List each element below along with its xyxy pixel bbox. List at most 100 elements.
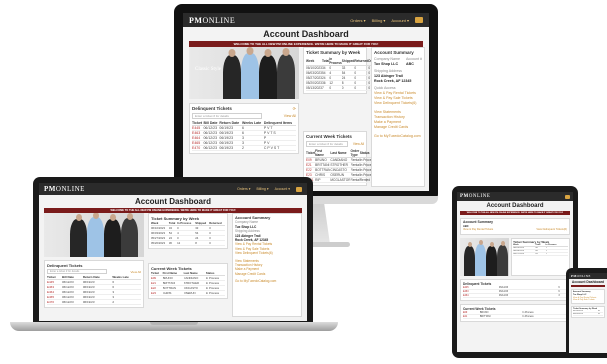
tablet: PMONLINE Account Dashboard WELCOME TO TH… <box>452 186 578 358</box>
cart-icon[interactable] <box>296 186 302 192</box>
table-cell: 06/03/2023 <box>306 70 322 76</box>
table-row[interactable]: E23 CHRIS OSERUN Rental In Process <box>306 172 375 178</box>
cart-icon[interactable] <box>565 194 570 199</box>
table-cell: 12 <box>177 240 196 246</box>
current-week-table: Ticket First Name Last Name Order Type S… <box>306 149 375 183</box>
table-row[interactable]: E491RIPMCGLASTORRentalRented <box>306 177 375 183</box>
link-rental-tickets[interactable]: View & Pay Rental Tickets <box>463 228 493 232</box>
table-cell: 05/27/2023 <box>306 75 322 81</box>
current-week-panel: Current Week Tickets Ticket First Name L… <box>148 263 228 299</box>
laptop-notch <box>150 322 198 325</box>
account-summary-panel: Account Summary Company Name Tux Shop LLC… <box>371 47 425 187</box>
logo[interactable]: PMONLINE <box>44 185 85 193</box>
nav-billing[interactable]: Billing ▾ <box>257 187 269 191</box>
table-row[interactable]: E470 06/12/23 06/19/23 2 <box>47 299 141 305</box>
ticket-summary-table: Week Total In Process Shipped Returned 0… <box>151 221 225 246</box>
table-cell: In Process <box>205 290 225 296</box>
current-week-view-all[interactable]: View All <box>353 142 364 146</box>
link-credit-cards[interactable]: Manage Credit Cards <box>235 272 299 276</box>
hero-image: Classic Style <box>189 47 299 99</box>
delinquent-view-all[interactable]: View All <box>284 114 296 118</box>
device-mockup-stage: PMONLINE Orders ▾ Billing ▾ Account ▾ Ac… <box>0 0 607 364</box>
nav-billing[interactable]: Billing ▾ <box>372 18 386 23</box>
cart-icon[interactable] <box>415 17 423 23</box>
table-cell: E464 <box>463 293 499 298</box>
table-row[interactable]: E22 BOTTRAN CINCASTO Rental In Process <box>306 167 375 173</box>
table-row[interactable]: E23 CHRIS OSERUN In Process <box>151 290 225 296</box>
page-title: Account Dashboard <box>486 203 544 209</box>
account-value: ABC <box>406 62 414 66</box>
table-row[interactable]: E21 BRITTANI In Process <box>463 314 567 319</box>
ticket-summary-title: Ticket Summary by Week <box>306 50 361 55</box>
table-row[interactable]: E09 BRUNO CANDIANO In Process <box>151 275 225 281</box>
nav-orders[interactable]: Orders ▾ <box>350 18 365 23</box>
nav-account[interactable]: Account ▾ <box>275 187 290 191</box>
table-cell: BRITTANI <box>315 162 331 168</box>
col-header: Order Type <box>350 149 360 158</box>
delinquent-table: Ticket Bill Date Return Date Weeks Late … <box>192 121 296 151</box>
account-summary-panel: Account Summary Company Name Tux Shop LL… <box>232 213 302 317</box>
current-week-search-input[interactable]: Enter a ticket # for details <box>306 141 348 147</box>
table-row[interactable]: E21 BRITTANI STROTHER In Process <box>151 280 225 286</box>
table-cell: 06/12/23 <box>61 299 83 305</box>
col-header: Ticket <box>192 121 204 126</box>
nav-account[interactable]: Account ▾ <box>391 18 409 23</box>
table-row[interactable]: E09 BRUNO CANDIANO Rental In Process <box>306 157 375 163</box>
delinquent-tickets-panel: Delinquent Tickets Enter a ticket # for … <box>44 260 144 308</box>
delinquent-search-input[interactable]: Enter a ticket # for details <box>47 269 107 274</box>
delinquent-search-input[interactable]: Enter a ticket # for details <box>192 113 262 119</box>
table-cell: 8 <box>195 240 210 246</box>
link-delinquent-tickets[interactable]: View Delinquent Tickets(6) <box>235 251 299 255</box>
logo[interactable]: PMONLINE <box>189 16 235 25</box>
company-value: Tux Shop LLC <box>374 62 399 66</box>
ticket-summary-panel: Ticket Summary by Week Week Total In Pro… <box>303 47 385 94</box>
table-row[interactable]: 05/20/2023 36 12 8 0 <box>151 240 225 246</box>
logo[interactable]: PMONLINE <box>460 194 490 199</box>
welcome-banner: WELCOME TO THE ALL NEW PM ONLINE EXPERIE… <box>460 211 570 215</box>
table-cell: 24 <box>535 252 546 256</box>
link-delinquent-tickets[interactable]: View Delinquent Tickets(6) <box>374 101 422 106</box>
delinquent-table: E445 06/12/23 6 E463 06/12/23 6 E464 06/12/23… <box>463 285 567 298</box>
col-header: In Process <box>329 57 342 66</box>
table-cell: 0 <box>209 240 225 246</box>
refresh-icon[interactable]: ⟳ <box>293 106 296 111</box>
table-row[interactable]: E470 06/12/23 06/19/23 2 C P V S T <box>192 145 296 151</box>
table-cell: Rental <box>350 167 360 173</box>
link-catalog[interactable]: Go to MyTuxedoCatalog.com <box>374 134 422 139</box>
table-cell: STROTHER <box>330 162 351 168</box>
table-cell: 0 <box>341 85 355 91</box>
delinquent-view-all[interactable]: View All <box>131 270 141 274</box>
col-header: Bill Date <box>203 121 220 126</box>
table-cell: E23 <box>151 290 163 296</box>
table-cell: 05/20/2023 <box>306 80 322 86</box>
link-credit-cards[interactable]: Manage Credit Cards <box>374 125 422 130</box>
desktop-monitor: PMONLINE Orders ▾ Billing ▾ Account ▾ Ac… <box>174 4 438 202</box>
table-row[interactable]: 05/27/2023 24 0 <box>513 252 568 256</box>
ticket-summary-table: 06/10/2023 34 06/03/2023 54 <box>573 310 603 317</box>
table-cell: 06/10/2023 <box>306 65 322 71</box>
link-delinquent-tickets[interactable]: View Delinquent Tickets(6) <box>536 228 567 232</box>
table-cell: 36 <box>168 240 178 246</box>
delinquent-tickets-panel: Delinquent Tickets E445 06/12/23 6 E463 06/… <box>460 278 570 301</box>
table-cell: BRITTANI <box>479 314 523 319</box>
address-line2: Rock Creek, AF 12345 <box>374 79 412 83</box>
table-cell: 2 <box>112 299 141 305</box>
table-cell: 05/13/2023 <box>306 85 322 91</box>
table-cell: Rental <box>350 172 360 178</box>
nav-orders[interactable]: Orders ▾ <box>237 187 250 191</box>
table-row[interactable]: E464 06/12/23 3 <box>463 293 567 298</box>
link-sale-tickets[interactable]: View & Pay Sale Tickets <box>573 299 603 302</box>
link-catalog[interactable]: Go to MyTuxedoCatalog.com <box>235 279 299 283</box>
table-row[interactable]: 06/03/2023 54 <box>573 312 603 317</box>
delinquent-tickets-panel: Delinquent Tickets ⟳ Enter a ticket # fo… <box>189 103 299 154</box>
welcome-banner <box>571 285 605 287</box>
table-cell: 06/12/23 <box>203 140 220 146</box>
col-header: Return Date <box>219 121 242 126</box>
phone: PMONLINE Account Dashboard Account Summa… <box>566 268 607 358</box>
account-summary-panel: Account Summary Tux Shop LLC View & Pay … <box>571 289 605 305</box>
table-row[interactable]: E21 BRITTANI STROTHER Rental In Process <box>306 162 375 168</box>
table-row[interactable]: E22 BOTTRAN CINCASTO In Process <box>151 285 225 291</box>
table-cell: 05/27/2023 <box>513 252 536 256</box>
delinquent-title: Delinquent Tickets <box>47 263 83 268</box>
logo[interactable]: PMONLINE <box>571 274 591 278</box>
